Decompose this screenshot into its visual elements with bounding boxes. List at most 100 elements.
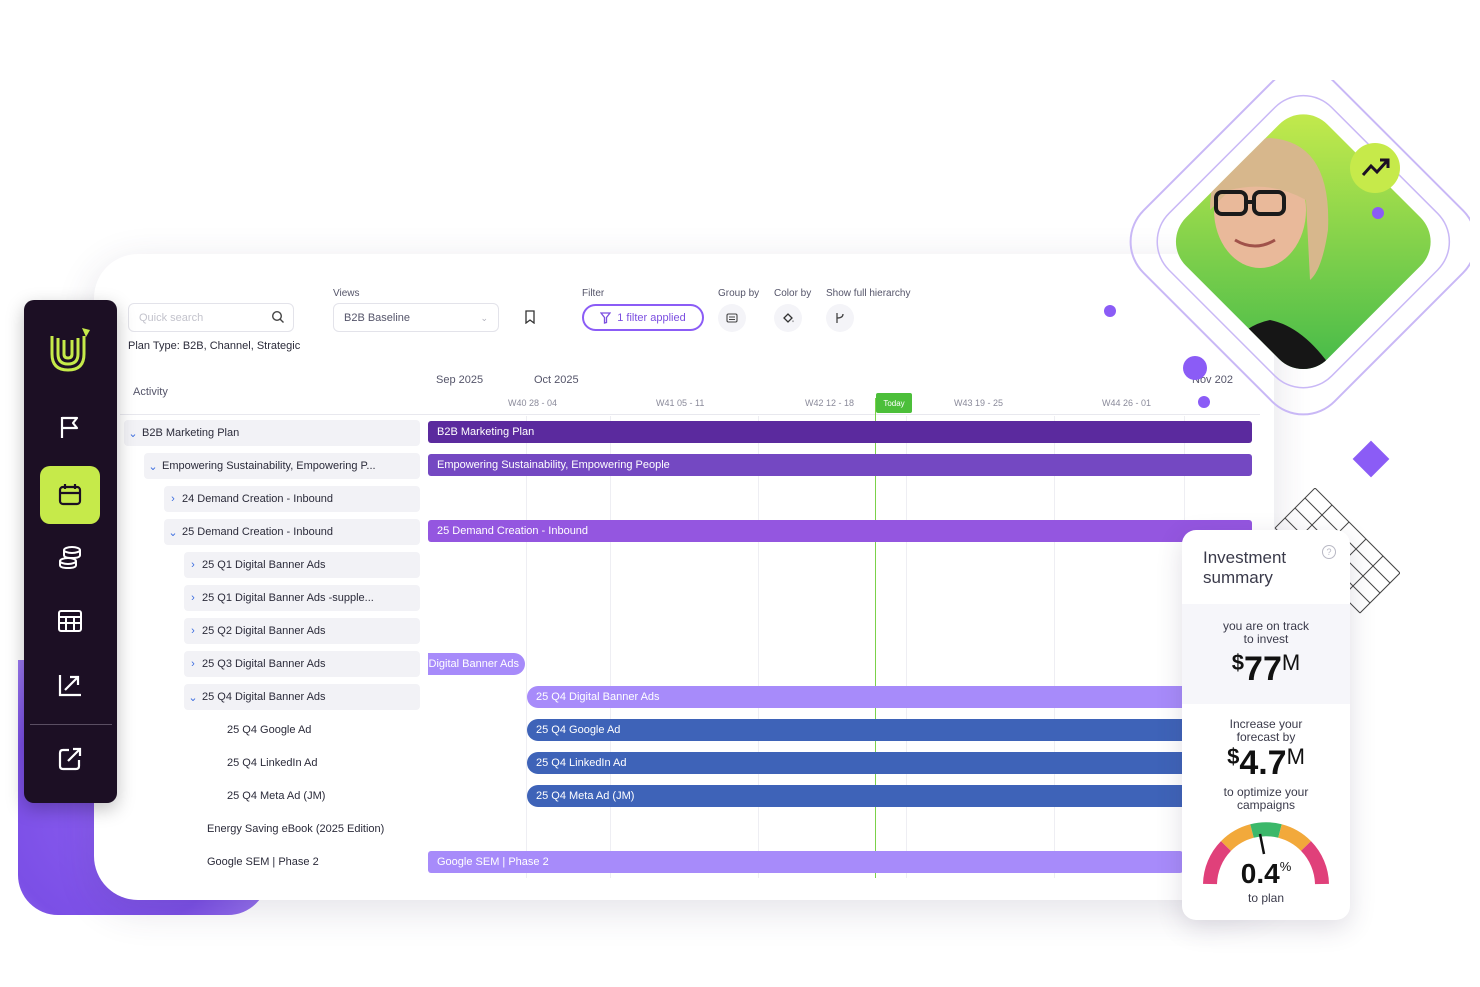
bar-label: Google SEM | Phase 2 <box>437 856 549 868</box>
sidebar-item-budget[interactable] <box>40 528 100 586</box>
filter-button-label: 1 filter applied <box>617 311 686 324</box>
bookmark-button[interactable] <box>518 305 542 329</box>
activity-label: 25 Q4 Meta Ad (JM) <box>227 790 326 802</box>
chevron-down-icon[interactable]: ⌄ <box>184 691 202 704</box>
gantt-bar[interactable]: Digital Banner Ads <box>428 653 525 675</box>
color-by-button[interactable] <box>774 304 802 332</box>
bar-label: 25 Q4 Meta Ad (JM) <box>536 790 635 802</box>
optimize-text: to optimize your campaigns <box>1223 785 1309 812</box>
sidebar-item-calendar[interactable] <box>40 466 100 524</box>
week-label: W41 05 - 11 <box>656 398 705 408</box>
chevron-down-icon[interactable]: ⌄ <box>144 460 162 473</box>
activity-label: Energy Saving eBook (2025 Edition) <box>207 823 385 835</box>
week-label: W43 19 - 25 <box>954 398 1004 408</box>
activity-row[interactable]: › 25 Q3 Digital Banner Ads <box>184 651 420 677</box>
chevron-down-icon: ⌄ <box>480 313 488 323</box>
activity-row[interactable]: › 25 Q1 Digital Banner Ads <box>184 552 420 578</box>
bar-label: B2B Marketing Plan <box>437 426 535 438</box>
gauge-caption: to plan <box>1247 891 1285 905</box>
activity-row[interactable]: Google SEM | Phase 2 <box>207 849 420 875</box>
gantt-bar[interactable]: 25 Q4 Google Ad <box>527 719 1183 741</box>
export-icon <box>58 747 82 771</box>
bookmark-icon <box>525 310 535 324</box>
activity-row[interactable]: › 25 Q2 Digital Banner Ads <box>184 618 420 644</box>
on-track-text: you are on track to invest <box>1222 619 1310 646</box>
hierarchy-button[interactable] <box>826 304 854 332</box>
activity-row[interactable]: ⌄ Empowering Sustainability, Empowering … <box>144 453 420 479</box>
grid-line <box>1054 416 1055 878</box>
search-placeholder: Quick search <box>139 312 204 324</box>
gantt-bar[interactable]: 25 Demand Creation - Inbound <box>428 520 1252 542</box>
group-by-button[interactable] <box>718 304 746 332</box>
activity-row[interactable]: Energy Saving eBook (2025 Edition) <box>207 816 420 842</box>
sidebar-item-plans[interactable] <box>40 398 100 456</box>
bar-label: 25 Demand Creation - Inbound <box>437 525 589 537</box>
filter-label: Filter <box>582 288 605 299</box>
activity-row[interactable]: 25 Q4 Meta Ad (JM) <box>227 783 420 809</box>
investment-summary-card: Investment summary ? you are on track to… <box>1182 530 1350 920</box>
week-label: W40 28 - 04 <box>508 398 558 408</box>
activity-label: B2B Marketing Plan <box>142 427 240 439</box>
activity-row[interactable]: 25 Q4 LinkedIn Ad <box>227 750 420 776</box>
activity-label: Google SEM | Phase 2 <box>207 856 319 868</box>
increase-text: Increase your forecast by <box>1229 717 1303 744</box>
group-by-label: Group by <box>718 288 760 299</box>
coins-icon <box>59 546 81 570</box>
grid-line <box>610 416 611 878</box>
chevron-down-icon[interactable]: ⌄ <box>164 526 182 539</box>
views-value: B2B Baseline <box>344 312 411 324</box>
bar-label: Empowering Sustainability, Empowering Pe… <box>437 459 670 471</box>
bar-label: Digital Banner Ads <box>428 658 520 670</box>
gantt-bar[interactable]: Google SEM | Phase 2 <box>428 851 1183 873</box>
views-select[interactable]: B2B Baseline ⌄ <box>333 303 499 332</box>
sidebar-divider <box>30 724 112 725</box>
chevron-right-icon[interactable]: › <box>164 493 182 505</box>
sidebar-item-table[interactable] <box>40 592 100 650</box>
chevron-right-icon[interactable]: › <box>184 559 202 571</box>
chevron-right-icon[interactable]: › <box>184 625 202 637</box>
plan-type: Plan Type: B2B, Channel, Strategic <box>128 340 301 352</box>
gantt-bar[interactable]: 25 Q4 LinkedIn Ad <box>527 752 1183 774</box>
flag-icon <box>60 416 79 438</box>
grid-line <box>758 416 759 878</box>
activity-row[interactable]: ⌄ B2B Marketing Plan <box>124 420 420 446</box>
activity-row[interactable]: › 25 Q1 Digital Banner Ads -supple... <box>184 585 420 611</box>
chart-up-icon <box>58 675 81 697</box>
filter-icon <box>600 311 612 324</box>
activity-label: 25 Demand Creation - Inbound <box>182 526 334 538</box>
increase-amount: $4.7M <box>1227 744 1305 782</box>
table-icon <box>58 610 82 632</box>
activity-row[interactable]: › 24 Demand Creation - Inbound <box>164 486 420 512</box>
activity-label: 25 Q4 Digital Banner Ads <box>202 691 326 703</box>
activity-label: 25 Q1 Digital Banner Ads -supple... <box>202 592 374 604</box>
search-icon[interactable] <box>271 310 285 329</box>
sidebar <box>24 300 117 803</box>
sidebar-item-export[interactable] <box>40 730 100 788</box>
sidebar-item-analytics[interactable] <box>40 656 100 714</box>
activity-row[interactable]: ⌄ 25 Demand Creation - Inbound <box>164 519 420 545</box>
help-icon[interactable]: ? <box>1322 545 1336 559</box>
activity-label: 25 Q2 Digital Banner Ads <box>202 625 326 637</box>
decorative-portrait <box>1104 80 1470 478</box>
gantt-bar[interactable]: 25 Q4 Meta Ad (JM) <box>527 785 1183 807</box>
grid-line <box>906 416 907 878</box>
today-marker: Today <box>876 393 912 413</box>
search-input[interactable]: Quick search <box>128 303 294 332</box>
activity-row[interactable]: ⌄ 25 Q4 Digital Banner Ads <box>184 684 420 710</box>
chevron-right-icon[interactable]: › <box>184 658 202 670</box>
investment-title: Investment summary <box>1203 548 1287 587</box>
gantt-bar[interactable]: 25 Q4 Digital Banner Ads <box>527 686 1183 708</box>
month-label: Oct 2025 <box>534 374 579 386</box>
paint-bucket-icon <box>783 313 794 323</box>
week-label: W42 12 - 18 <box>805 398 855 408</box>
activity-row[interactable]: 25 Q4 Google Ad <box>227 717 420 743</box>
activity-label: 25 Q4 Google Ad <box>227 724 312 736</box>
chevron-down-icon[interactable]: ⌄ <box>124 427 142 440</box>
app-logo <box>46 324 94 376</box>
activity-label: 24 Demand Creation - Inbound <box>182 493 334 505</box>
views-label: Views <box>333 288 360 299</box>
filter-button[interactable]: 1 filter applied <box>582 304 704 331</box>
invest-section: you are on track to invest $77M <box>1182 604 1350 704</box>
hierarchy-label: Show full hierarchy <box>826 288 911 299</box>
chevron-right-icon[interactable]: › <box>184 592 202 604</box>
